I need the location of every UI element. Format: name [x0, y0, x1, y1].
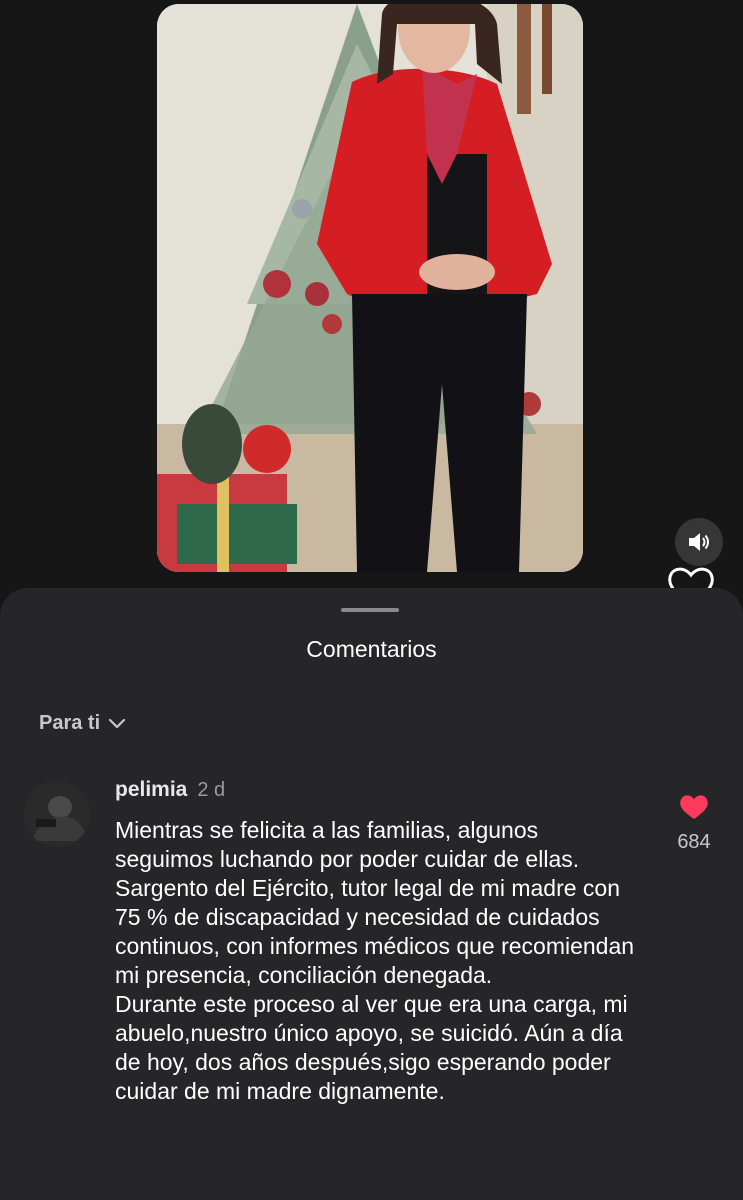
comment-like-button[interactable]: 684 [668, 794, 720, 854]
volume-icon [689, 533, 709, 551]
avatar-image [24, 781, 90, 847]
filter-label: Para ti [39, 712, 101, 734]
volume-button[interactable] [675, 518, 723, 566]
chevron-down-icon [109, 718, 126, 728]
heart-filled-icon [680, 795, 708, 819]
sheet-drag-handle[interactable] [341, 608, 399, 612]
comment-username[interactable]: pelimia [115, 778, 187, 802]
video-frame-image [157, 4, 583, 572]
sheet-title: Comentarios [306, 636, 437, 662]
comment-filter-dropdown[interactable]: Para ti [39, 712, 126, 735]
comment-timestamp: 2 d [197, 779, 226, 801]
video-player[interactable] [157, 4, 583, 572]
video-area [0, 0, 743, 606]
comment-text: Mientras se felicita a las familias, alg… [115, 817, 635, 1104]
like-count: 684 [677, 831, 711, 853]
comment-header: pelimia 2 d [115, 778, 225, 802]
comments-sheet: Comentarios Para ti pelimia 2 d Mientras [0, 588, 743, 1200]
avatar[interactable] [24, 781, 90, 847]
app-screen: Comentarios Para ti pelimia 2 d Mientras [0, 0, 743, 1200]
